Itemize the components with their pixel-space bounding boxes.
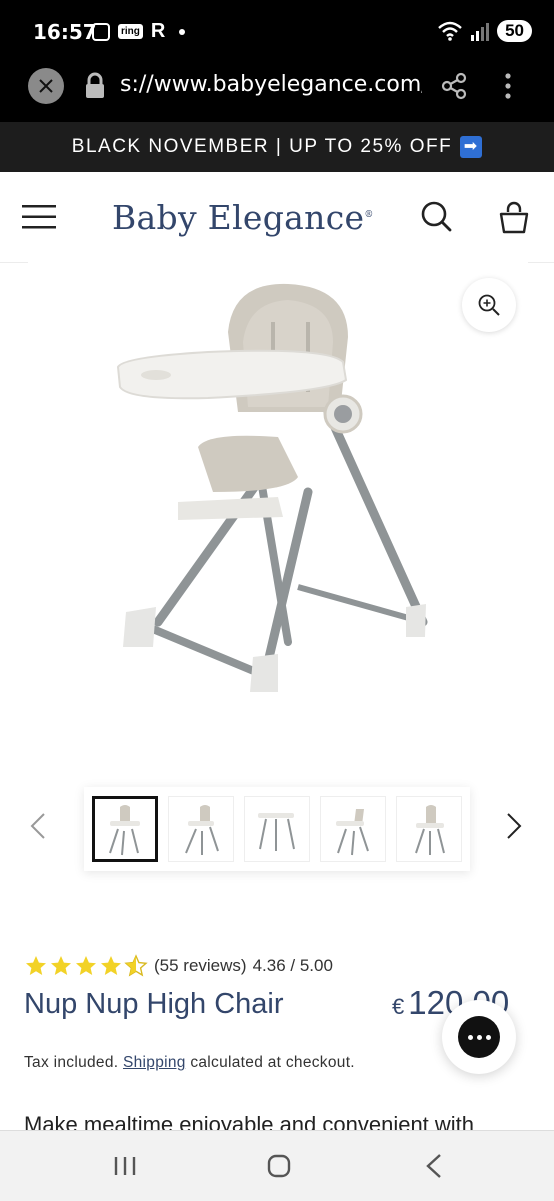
recents-icon[interactable] (112, 1155, 138, 1177)
promo-text: BLACK NOVEMBER | UP TO 25% OFF (71, 136, 453, 157)
product-description: Make mealtime enjoyable and convenient w… (24, 1112, 475, 1130)
star-icon (76, 956, 96, 975)
site-logo[interactable]: Baby Elegance® (112, 198, 374, 237)
tax-note: Tax included. Shipping calculated at che… (24, 1054, 355, 1072)
rating-score: 4.36 / 5.00 (252, 956, 333, 975)
thumbnail-1[interactable] (92, 796, 158, 862)
status-system-icons: 50 (437, 20, 532, 42)
review-count: (55 reviews) (154, 956, 247, 975)
chevron-right-icon[interactable] (502, 810, 526, 842)
thumbnail-image (109, 805, 140, 856)
chat-button[interactable] (442, 1000, 516, 1074)
tax-prefix: Tax included. (24, 1054, 119, 1071)
high-chair-illustration (116, 283, 428, 692)
battery-indicator: 50 (497, 20, 532, 42)
thumbnail-5[interactable] (396, 796, 462, 862)
promo-banner[interactable]: BLACK NOVEMBER | UP TO 25% OFF ➡ (0, 122, 554, 172)
share-icon[interactable] (440, 72, 468, 100)
tax-suffix: calculated at checkout. (190, 1054, 355, 1071)
status-notifications: ring R (92, 20, 186, 43)
home-icon[interactable] (266, 1153, 292, 1179)
url-field[interactable]: s://www.babyelegance.com/p (120, 72, 422, 97)
close-tab-button[interactable] (28, 68, 64, 104)
thumbnail-image (336, 809, 369, 856)
screenshot-icon (92, 22, 110, 41)
status-bar: 16:57 ring R 50 (0, 0, 554, 66)
browser-bar: s://www.babyelegance.com/p (0, 66, 554, 122)
logo-mark: ® (364, 210, 374, 220)
back-icon[interactable] (424, 1153, 444, 1179)
signal-icon (471, 23, 490, 41)
price-currency: € (392, 994, 405, 1019)
more-icon[interactable] (494, 72, 522, 100)
logo-text: Baby Elegance (112, 198, 365, 237)
site-header: Baby Elegance® (0, 172, 554, 263)
zoom-icon (478, 294, 500, 316)
r-app-icon: R (150, 20, 166, 42)
status-time: 16:57 (33, 20, 97, 44)
product-image[interactable] (28, 262, 528, 762)
shipping-link[interactable]: Shipping (123, 1054, 186, 1071)
wifi-icon (438, 21, 462, 41)
thumbnail-image (415, 805, 445, 855)
zoom-button[interactable] (462, 278, 516, 332)
rating-row[interactable]: (55 reviews) 4.36 / 5.00 (24, 954, 333, 978)
star-rating (24, 954, 148, 978)
star-icon (101, 956, 121, 975)
close-icon (39, 79, 53, 93)
thumbnail-image (185, 805, 219, 855)
thumbnail-image (258, 813, 295, 851)
lock-icon[interactable] (84, 72, 106, 100)
ring-app-icon: ring (118, 24, 143, 39)
thumbnail-4[interactable] (320, 796, 386, 862)
menu-icon[interactable] (22, 204, 56, 230)
arrow-right-icon: ➡ (460, 136, 483, 158)
thumbnail-2[interactable] (168, 796, 234, 862)
star-half-icon (124, 954, 148, 977)
notification-dot-icon (179, 28, 186, 35)
star-icon (51, 956, 71, 975)
chevron-left-icon[interactable] (26, 810, 50, 842)
star-icon (26, 956, 46, 975)
thumbnail-3[interactable] (244, 796, 310, 862)
thumbnail-strip (84, 787, 470, 871)
search-icon[interactable] (420, 200, 452, 232)
bag-icon[interactable] (498, 200, 530, 234)
chat-icon (458, 1016, 500, 1058)
product-title: Nup Nup High Chair (24, 988, 284, 1020)
system-nav-bar (0, 1130, 554, 1201)
